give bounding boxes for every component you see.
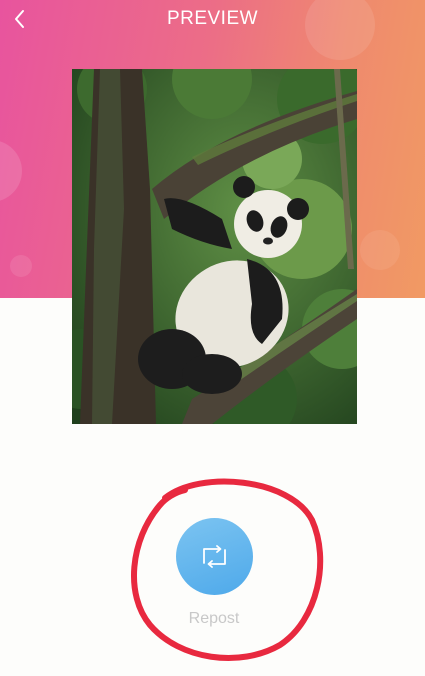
preview-screen: PREVIEW Repost (0, 0, 425, 676)
repost-label: Repost (188, 610, 240, 627)
repost-button[interactable] (176, 518, 253, 595)
preview-image (72, 69, 357, 424)
panda-photo (72, 69, 357, 424)
page-title: PREVIEW (166, 8, 259, 29)
repost-icon (203, 545, 226, 568)
